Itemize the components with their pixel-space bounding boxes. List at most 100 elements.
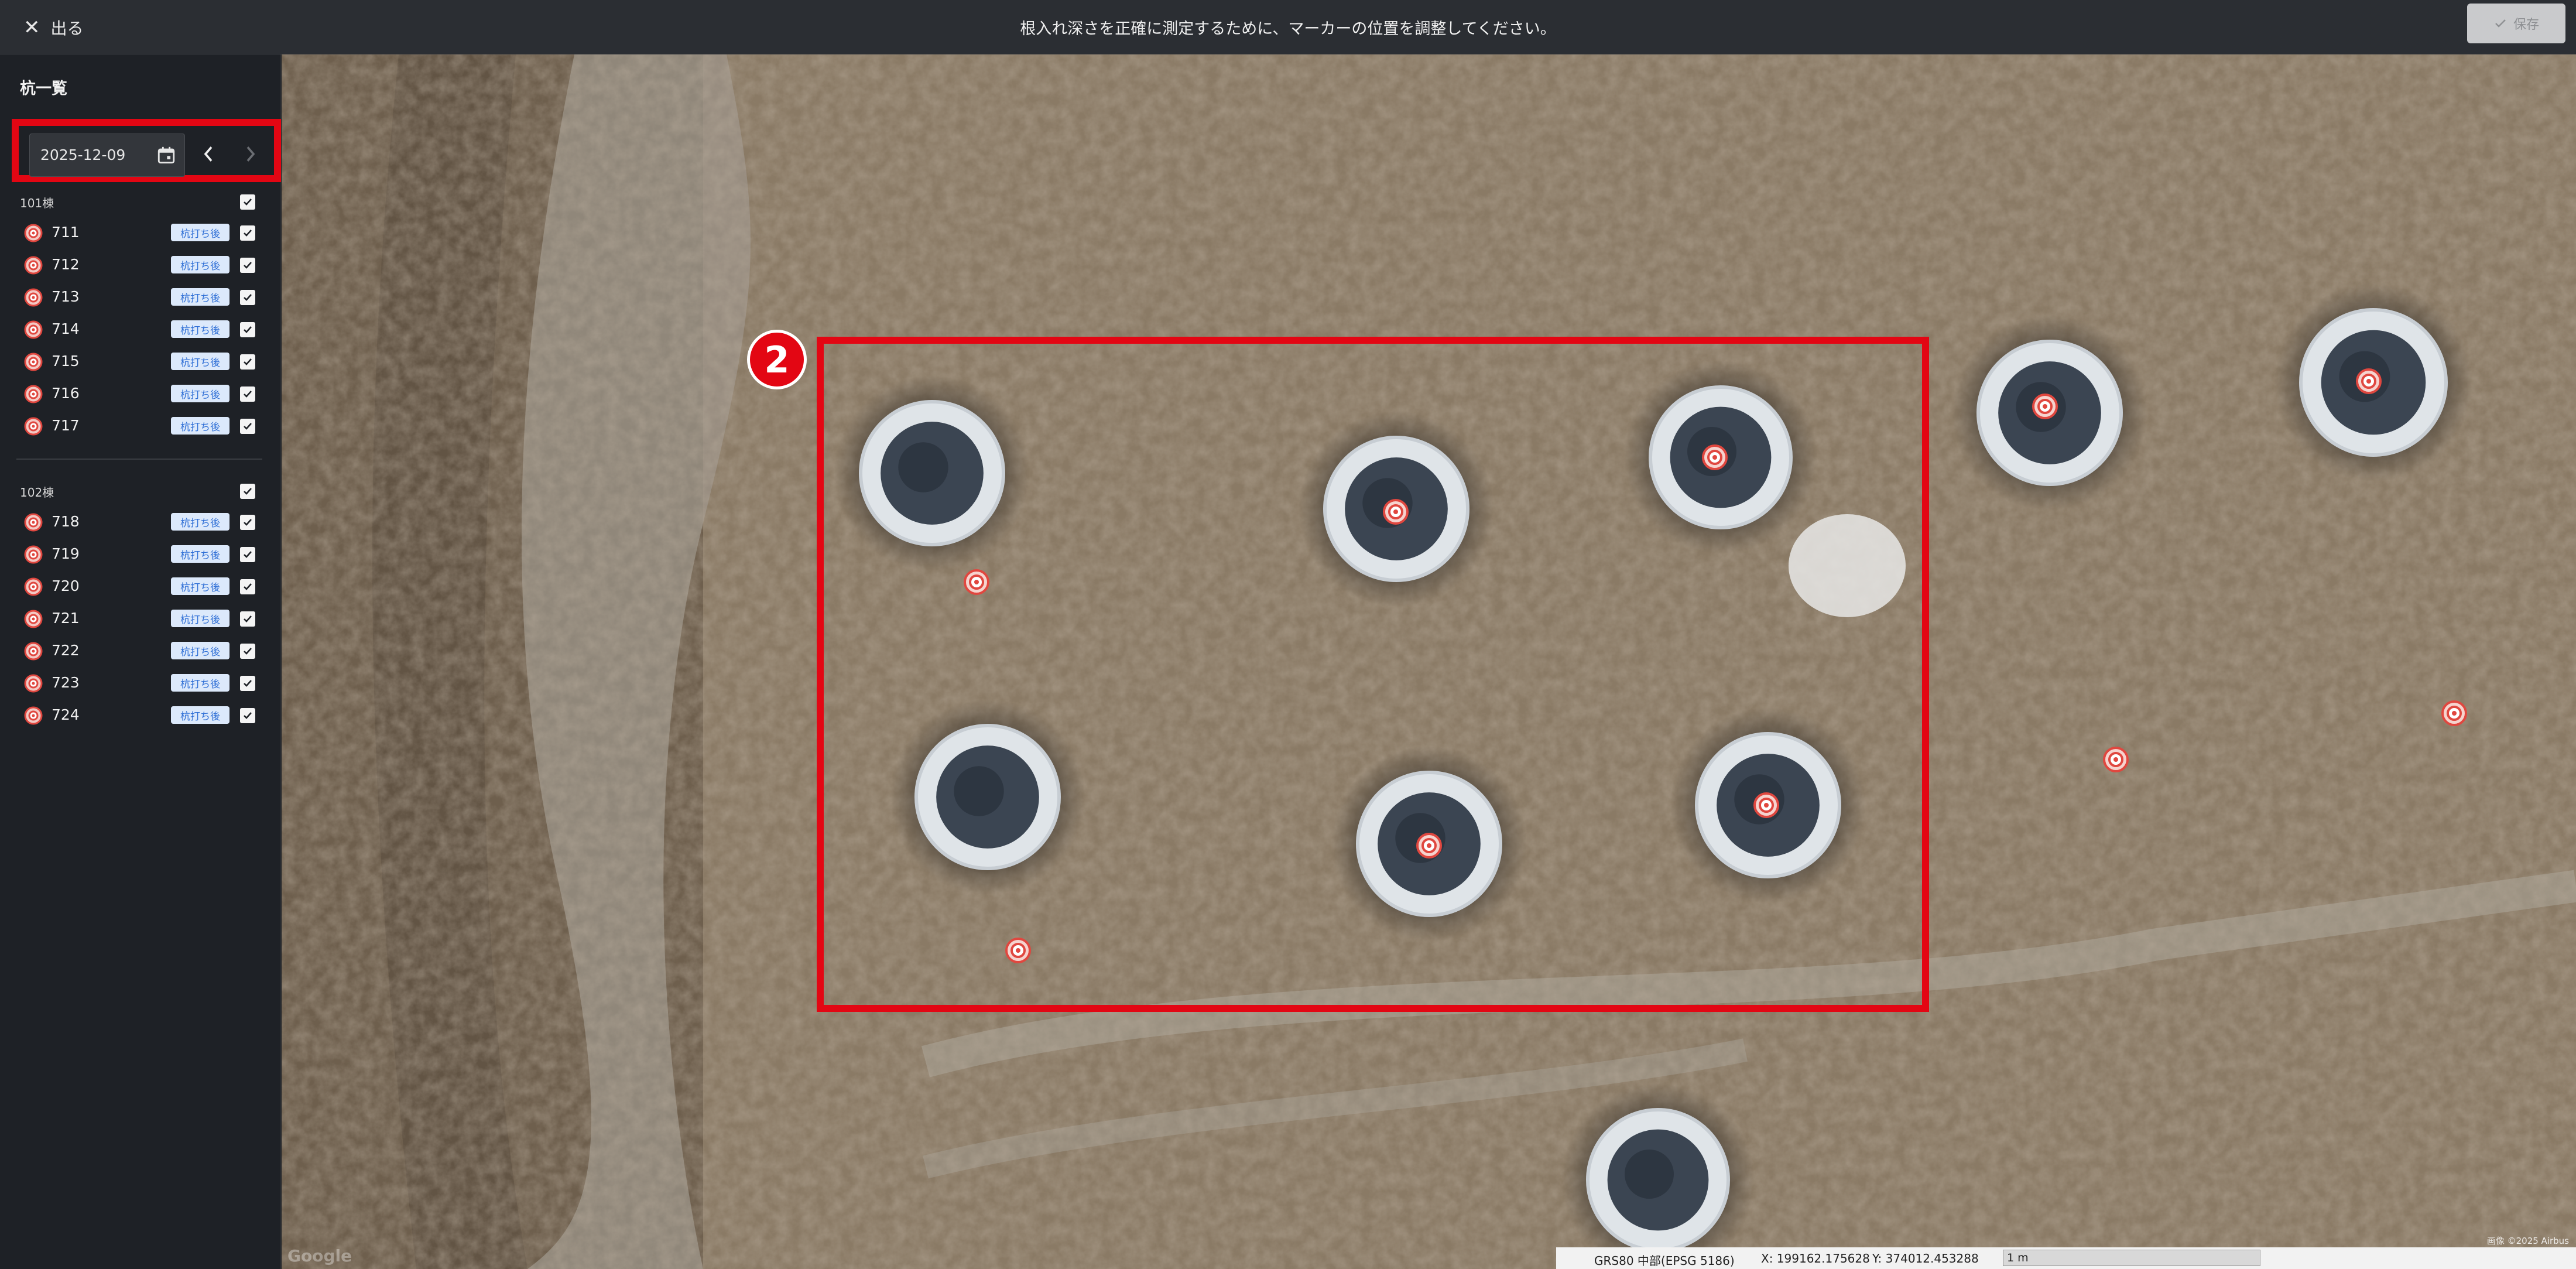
pile-name: 715 — [52, 353, 80, 370]
pile-checkbox[interactable] — [240, 354, 255, 370]
pile-position-marker[interactable] — [1005, 938, 1031, 963]
pile-checkbox[interactable] — [240, 676, 255, 691]
pile-checkbox[interactable] — [240, 322, 255, 337]
date-value: 2025-12-09 — [40, 146, 126, 163]
map-status-bar: GRS80 中部(EPSG 5186) X: 199162.175628 Y: … — [1556, 1236, 2576, 1269]
date-input[interactable]: 2025-12-09 — [29, 134, 185, 177]
pile-position-marker[interactable] — [1702, 444, 1728, 470]
pile-target-icon — [24, 256, 43, 275]
pile-list-sidebar: 杭一覧 2025-12-09 101棟 711 杭打ち後 712 杭打ち後 713 杭打ち後… — [0, 54, 281, 1269]
chevron-right-icon — [246, 146, 255, 162]
save-label: 保存 — [2513, 18, 2539, 32]
pile-list-item[interactable]: 718 杭打ち後 — [20, 509, 260, 536]
pile-list-item[interactable]: 711 杭打ち後 — [20, 220, 260, 247]
pile-target-icon — [24, 545, 43, 564]
scale-bar: 1 m — [2003, 1250, 2260, 1266]
pile-target-icon — [24, 674, 43, 693]
previous-date-button[interactable] — [196, 136, 221, 172]
pile-target-icon — [24, 224, 43, 242]
pile-name: 712 — [52, 256, 80, 273]
pile-target-icon — [24, 288, 43, 307]
group-header: 102棟 — [20, 480, 260, 503]
pile-status-badge: 杭打ち後 — [171, 385, 229, 402]
pile-target-icon — [24, 642, 43, 661]
pile-status-badge: 杭打ち後 — [171, 577, 229, 595]
pile-name: 721 — [52, 610, 80, 627]
calendar-icon[interactable] — [156, 145, 176, 166]
pile-list-item[interactable]: 714 杭打ち後 — [20, 316, 260, 343]
pile-name: 722 — [52, 642, 80, 659]
y-coordinate: Y: 374012.453288 — [1872, 1251, 1979, 1265]
pile-status-badge: 杭打ち後 — [171, 642, 229, 659]
pile-name: 716 — [52, 385, 80, 402]
app-root: ✕ 出る 根入れ深さを正確に測定するために、マーカーの位置を調整してください。 … — [0, 0, 2576, 1269]
pile-on-map — [890, 699, 1085, 895]
annotation-marker-2: 2 — [747, 330, 807, 389]
pile-target-icon — [24, 706, 43, 725]
pile-name: 717 — [52, 417, 80, 434]
pile-checkbox[interactable] — [240, 708, 255, 723]
pile-list-item[interactable]: 715 杭打ち後 — [20, 348, 260, 375]
pile-checkbox[interactable] — [240, 611, 255, 627]
chevron-left-icon — [204, 146, 213, 162]
pile-name: 714 — [52, 320, 80, 337]
group-divider — [16, 459, 262, 460]
pile-checkbox[interactable] — [240, 419, 255, 434]
pile-checkbox[interactable] — [240, 579, 255, 594]
pile-checkbox[interactable] — [240, 644, 255, 659]
pile-list-item[interactable]: 723 杭打ち後 — [20, 670, 260, 697]
sidebar-title: 杭一覧 — [20, 80, 67, 98]
exit-label: 出る — [50, 19, 84, 38]
pile-position-marker[interactable] — [964, 569, 989, 595]
save-button[interactable]: 保存 — [2467, 4, 2565, 43]
pile-list-item[interactable]: 712 杭打ち後 — [20, 252, 260, 279]
pile-position-marker[interactable] — [2441, 700, 2467, 726]
pile-target-icon — [24, 610, 43, 628]
pile-target-icon — [24, 385, 43, 403]
pile-status-badge: 杭打ち後 — [171, 513, 229, 531]
pile-target-icon — [24, 513, 43, 532]
pile-position-marker[interactable] — [2356, 368, 2382, 394]
pile-status-badge: 杭打ち後 — [171, 545, 229, 563]
pile-name: 718 — [52, 513, 80, 530]
pile-list-item[interactable]: 720 杭打ち後 — [20, 573, 260, 600]
date-selector-highlight: 2025-12-09 — [12, 119, 281, 182]
pile-list-item[interactable]: 724 杭打ち後 — [20, 702, 260, 729]
pile-list-item[interactable]: 717 杭打ち後 — [20, 413, 260, 440]
debris-patch — [1789, 514, 1906, 617]
crs-label: GRS80 中部(EPSG 5186) — [1594, 1254, 1735, 1268]
pile-checkbox[interactable] — [240, 290, 255, 305]
pile-checkbox[interactable] — [240, 225, 255, 241]
top-bar: ✕ 出る 根入れ深さを正確に測定するために、マーカーの位置を調整してください。 … — [0, 0, 2576, 54]
pile-checkbox[interactable] — [240, 547, 255, 562]
pile-marker-layer — [834, 283, 2472, 1269]
exit-button[interactable]: ✕ 出る — [23, 11, 84, 45]
group-label: 102棟 — [20, 485, 54, 500]
pile-list-item[interactable]: 719 杭打ち後 — [20, 541, 260, 568]
pile-list-item[interactable]: 722 杭打ち後 — [20, 638, 260, 665]
pile-target-icon — [24, 577, 43, 596]
pile-checkbox[interactable] — [240, 515, 255, 530]
group-checkbox[interactable] — [240, 194, 255, 210]
x-coordinate: X: 199162.175628 — [1761, 1251, 1870, 1265]
google-logo: Google — [287, 1246, 352, 1265]
pile-position-marker[interactable] — [2103, 747, 2129, 772]
pile-checkbox[interactable] — [240, 386, 255, 402]
pile-on-map — [834, 375, 1030, 571]
group-checkbox[interactable] — [240, 484, 255, 499]
pile-checkbox[interactable] — [240, 258, 255, 273]
pile-position-marker[interactable] — [1416, 833, 1442, 858]
pile-name: 711 — [52, 224, 80, 241]
pile-position-marker[interactable] — [1383, 499, 1409, 525]
pile-list-item[interactable]: 713 杭打ち後 — [20, 284, 260, 311]
pile-position-marker[interactable] — [2032, 394, 2058, 419]
pile-list-item[interactable]: 716 杭打ち後 — [20, 381, 260, 408]
pile-name: 723 — [52, 674, 80, 691]
next-date-button[interactable] — [238, 136, 263, 172]
pile-name: 724 — [52, 706, 80, 723]
pile-list-item[interactable]: 721 杭打ち後 — [20, 606, 260, 632]
pile-target-icon — [24, 320, 43, 339]
pile-position-marker[interactable] — [1753, 792, 1779, 818]
aerial-map[interactable]: 2 Google — [282, 54, 2576, 1269]
pile-status-badge: 杭打ち後 — [171, 320, 229, 338]
